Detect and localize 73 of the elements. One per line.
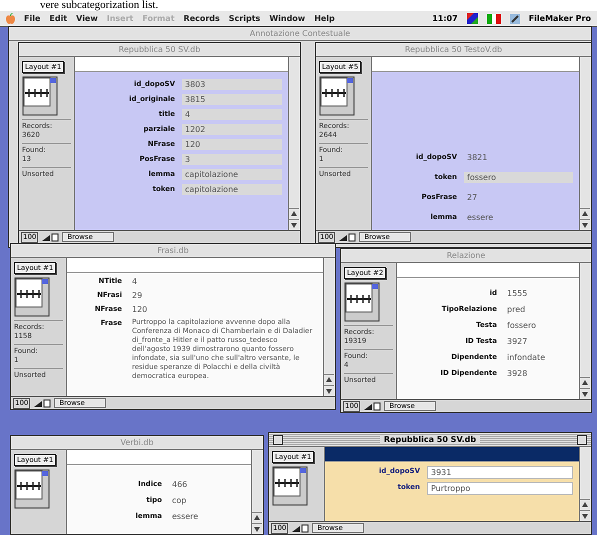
field-value[interactable]: infondate bbox=[504, 352, 573, 363]
field-value[interactable]: 3 bbox=[182, 154, 282, 165]
book-icon bbox=[14, 469, 50, 509]
field-value[interactable]: 3815 bbox=[182, 94, 282, 105]
zoom-icon[interactable] bbox=[33, 398, 52, 408]
window-title: Verbi.db bbox=[119, 438, 155, 447]
zoom-icon[interactable] bbox=[338, 232, 356, 242]
menu-item[interactable]: File bbox=[24, 14, 40, 23]
field-value[interactable]: 4 bbox=[129, 276, 317, 287]
scroll-bar[interactable] bbox=[579, 57, 591, 230]
field-value[interactable]: 466 bbox=[169, 479, 245, 490]
up-arrow-icon[interactable] bbox=[580, 499, 590, 510]
field-value[interactable]: fossero bbox=[464, 172, 573, 183]
scroll-bar[interactable] bbox=[323, 258, 335, 396]
field-value[interactable]: 1555 bbox=[504, 288, 573, 299]
field-value[interactable]: 3928 bbox=[504, 368, 573, 379]
up-arrow-icon[interactable] bbox=[289, 208, 299, 219]
field-value[interactable]: 3821 bbox=[464, 152, 573, 163]
field-value[interactable]: 120 bbox=[182, 139, 282, 150]
flag-icon[interactable] bbox=[486, 14, 501, 24]
field-value[interactable]: 1202 bbox=[182, 124, 282, 135]
field-value[interactable]: essere bbox=[169, 511, 245, 522]
up-arrow-icon[interactable] bbox=[580, 208, 590, 219]
window-title: Repubblica 50 SV.db bbox=[118, 45, 202, 54]
zoom-icon[interactable] bbox=[363, 402, 382, 410]
menu-item[interactable]: View bbox=[76, 14, 98, 23]
field-value[interactable]: 3931 bbox=[427, 466, 573, 479]
window-title: Repubblica 50 TestoV.db bbox=[404, 45, 504, 54]
window-title: Repubblica 50 SV.db bbox=[380, 435, 480, 444]
scroll-bar[interactable] bbox=[579, 263, 591, 399]
app-icon[interactable] bbox=[510, 14, 520, 24]
down-arrow-icon[interactable] bbox=[252, 523, 262, 534]
book-icon bbox=[14, 277, 50, 317]
up-arrow-icon[interactable] bbox=[252, 512, 262, 523]
book-icon bbox=[272, 466, 308, 506]
field-value[interactable]: capitolazione bbox=[182, 184, 282, 195]
clock: 11:07 bbox=[432, 14, 458, 23]
application-menu[interactable]: FileMaker Pro bbox=[528, 14, 591, 23]
field-value[interactable]: fossero bbox=[504, 320, 573, 331]
field-value[interactable]: 29 bbox=[129, 290, 317, 301]
menu-item[interactable]: Help bbox=[314, 14, 335, 23]
zoom-box[interactable] bbox=[577, 434, 587, 444]
scroll-bar[interactable] bbox=[288, 57, 300, 230]
window-title: Annotazione Contestuale bbox=[248, 29, 352, 38]
scroll-bar[interactable] bbox=[579, 447, 591, 521]
menu-item[interactable]: Edit bbox=[49, 14, 68, 23]
field-value[interactable]: 27 bbox=[464, 192, 573, 203]
field-value[interactable]: 3803 bbox=[182, 79, 282, 90]
color-icon[interactable] bbox=[466, 13, 478, 24]
zoom-icon[interactable] bbox=[291, 524, 310, 532]
book-icon bbox=[344, 282, 380, 322]
document-text: vere subcategorization list. bbox=[39, 0, 160, 11]
book-icon bbox=[319, 76, 355, 116]
field-value[interactable]: capitolazione bbox=[182, 169, 282, 180]
field-value[interactable]: 3927 bbox=[504, 336, 573, 347]
menu-item[interactable]: Records bbox=[184, 14, 220, 23]
field-value[interactable]: 120 bbox=[129, 304, 317, 315]
book-icon bbox=[22, 76, 58, 116]
up-arrow-icon[interactable] bbox=[580, 377, 590, 388]
field-value[interactable]: 4 bbox=[182, 109, 282, 120]
menu-item[interactable]: Scripts bbox=[228, 14, 260, 23]
menu-item[interactable]: Window bbox=[269, 14, 306, 23]
field-value[interactable]: cop bbox=[169, 495, 245, 506]
field-value[interactable]: essere bbox=[464, 212, 573, 223]
zoom-icon[interactable] bbox=[41, 232, 60, 242]
window-title: Relazione bbox=[446, 251, 486, 260]
close-box[interactable] bbox=[273, 434, 283, 444]
up-arrow-icon[interactable] bbox=[324, 374, 334, 385]
title-bar[interactable]: Repubblica 50 SV.db bbox=[269, 433, 591, 447]
window-title: Frasi.db bbox=[156, 246, 190, 255]
field-value[interactable]: Purtroppo bbox=[427, 482, 573, 495]
field-value[interactable]: pred bbox=[504, 304, 573, 315]
scroll-bar[interactable] bbox=[251, 450, 263, 534]
